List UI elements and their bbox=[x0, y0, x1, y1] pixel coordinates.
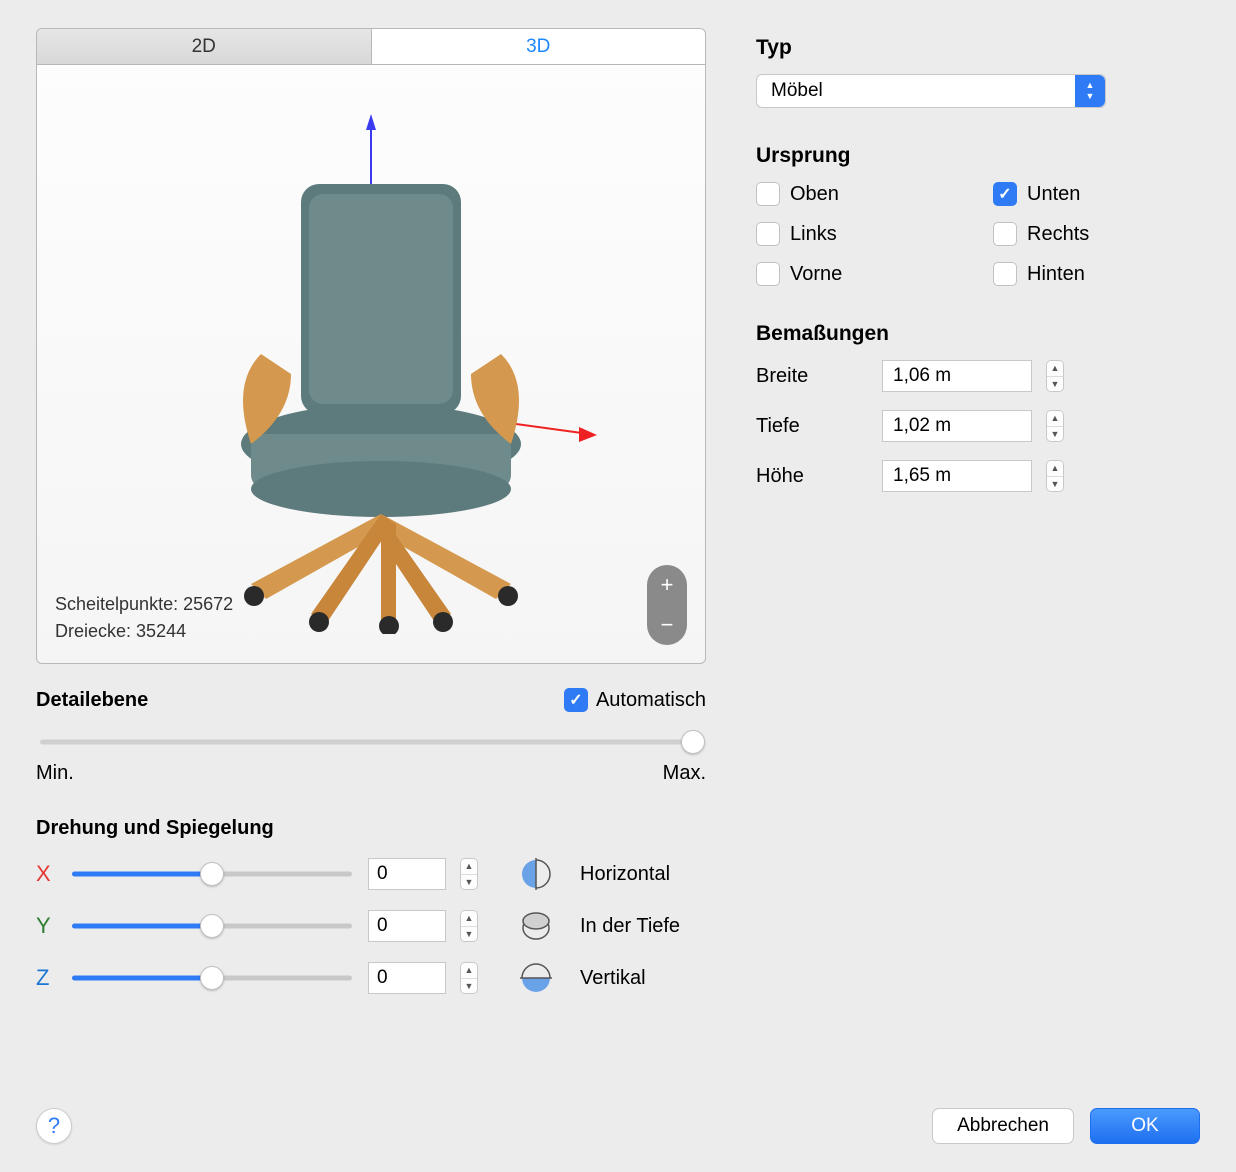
dimensions-header: Bemaßungen bbox=[756, 322, 1200, 346]
rotation-z-input[interactable] bbox=[368, 962, 446, 994]
depth-input[interactable] bbox=[882, 410, 1032, 442]
origin-top-checkbox[interactable] bbox=[756, 182, 780, 206]
rotation-y-input[interactable] bbox=[368, 910, 446, 942]
rotation-x-input[interactable] bbox=[368, 858, 446, 890]
height-input[interactable] bbox=[882, 460, 1032, 492]
cancel-button[interactable]: Abbrechen bbox=[932, 1108, 1074, 1144]
chevron-up-icon[interactable]: ▲ bbox=[461, 859, 477, 875]
chevron-down-icon[interactable]: ▼ bbox=[1047, 377, 1063, 392]
height-label: Höhe bbox=[756, 465, 866, 488]
detail-level-label: Detailebene bbox=[36, 689, 148, 712]
typ-header: Typ bbox=[756, 36, 1200, 60]
tab-2d[interactable]: 2D bbox=[37, 29, 372, 64]
width-label: Breite bbox=[756, 365, 866, 388]
automatic-label: Automatisch bbox=[596, 689, 706, 712]
detail-slider[interactable] bbox=[36, 730, 706, 754]
mirror-vertical-label: Vertikal bbox=[580, 967, 646, 990]
chevron-up-icon[interactable]: ▲ bbox=[1047, 461, 1063, 477]
origin-front-checkbox[interactable] bbox=[756, 262, 780, 286]
origin-top-label: Oben bbox=[790, 183, 839, 206]
detail-max-label: Max. bbox=[663, 762, 706, 785]
width-input[interactable] bbox=[882, 360, 1032, 392]
viewport-3d[interactable]: Scheitelpunkte: 25672 Dreiecke: 35244 + … bbox=[36, 64, 706, 664]
chevron-up-icon[interactable]: ▲ bbox=[1047, 411, 1063, 427]
help-button[interactable]: ? bbox=[36, 1108, 72, 1144]
chevron-up-icon[interactable]: ▲ bbox=[461, 911, 477, 927]
origin-right-checkbox[interactable] bbox=[993, 222, 1017, 246]
chevron-down-icon[interactable]: ▼ bbox=[1047, 427, 1063, 442]
origin-back-label: Hinten bbox=[1027, 263, 1085, 286]
chevron-down-icon[interactable]: ▼ bbox=[461, 979, 477, 994]
origin-front-label: Vorne bbox=[790, 263, 842, 286]
origin-grid: Oben Unten Links Rechts Vorne Hinten bbox=[756, 182, 1200, 286]
origin-right-label: Rechts bbox=[1027, 223, 1089, 246]
rotation-y-slider[interactable] bbox=[72, 914, 352, 938]
chevron-down-icon[interactable]: ▼ bbox=[461, 875, 477, 890]
select-arrows-icon: ▲▼ bbox=[1075, 75, 1105, 107]
chevron-down-icon[interactable]: ▼ bbox=[1047, 477, 1063, 492]
origin-back-checkbox[interactable] bbox=[993, 262, 1017, 286]
automatic-checkbox[interactable] bbox=[564, 688, 588, 712]
detail-min-label: Min. bbox=[36, 762, 74, 785]
origin-bottom-label: Unten bbox=[1027, 183, 1080, 206]
width-stepper[interactable]: ▲ ▼ bbox=[1046, 360, 1064, 392]
mesh-stats: Scheitelpunkte: 25672 Dreiecke: 35244 bbox=[55, 591, 233, 645]
axis-z-label: Z bbox=[36, 965, 56, 991]
zoom-out-button[interactable]: − bbox=[661, 614, 674, 636]
rotation-z-slider[interactable] bbox=[72, 966, 352, 990]
mirror-depth-label: In der Tiefe bbox=[580, 915, 680, 938]
rotation-header: Drehung und Spiegelung bbox=[36, 817, 706, 840]
automatic-checkbox-row: Automatisch bbox=[564, 688, 706, 712]
typ-select[interactable]: Möbel ▲▼ bbox=[756, 74, 1106, 108]
rotation-x-stepper[interactable]: ▲ ▼ bbox=[460, 858, 478, 890]
origin-left-label: Links bbox=[790, 223, 837, 246]
chair-model-icon bbox=[141, 94, 601, 634]
zoom-control: + − bbox=[647, 565, 687, 645]
axis-y-label: Y bbox=[36, 913, 56, 939]
origin-header: Ursprung bbox=[756, 144, 1200, 168]
origin-bottom-checkbox[interactable] bbox=[993, 182, 1017, 206]
typ-select-value: Möbel bbox=[771, 80, 823, 102]
rotation-y-stepper[interactable]: ▲ ▼ bbox=[460, 910, 478, 942]
chevron-up-icon[interactable]: ▲ bbox=[461, 963, 477, 979]
view-tabs: 2D 3D bbox=[36, 28, 706, 64]
chevron-up-icon[interactable]: ▲ bbox=[1047, 361, 1063, 377]
mirror-vertical-button[interactable] bbox=[518, 960, 554, 996]
axis-x-label: X bbox=[36, 861, 56, 887]
ok-button[interactable]: OK bbox=[1090, 1108, 1200, 1144]
zoom-in-button[interactable]: + bbox=[661, 574, 674, 596]
mirror-horizontal-button[interactable] bbox=[518, 856, 554, 892]
depth-label: Tiefe bbox=[756, 415, 866, 438]
chevron-down-icon[interactable]: ▼ bbox=[461, 927, 477, 942]
height-stepper[interactable]: ▲ ▼ bbox=[1046, 460, 1064, 492]
mirror-depth-button[interactable] bbox=[518, 908, 554, 944]
rotation-z-stepper[interactable]: ▲ ▼ bbox=[460, 962, 478, 994]
depth-stepper[interactable]: ▲ ▼ bbox=[1046, 410, 1064, 442]
origin-left-checkbox[interactable] bbox=[756, 222, 780, 246]
mirror-horizontal-label: Horizontal bbox=[580, 863, 670, 886]
rotation-x-slider[interactable] bbox=[72, 862, 352, 886]
tab-3d[interactable]: 3D bbox=[372, 29, 706, 64]
